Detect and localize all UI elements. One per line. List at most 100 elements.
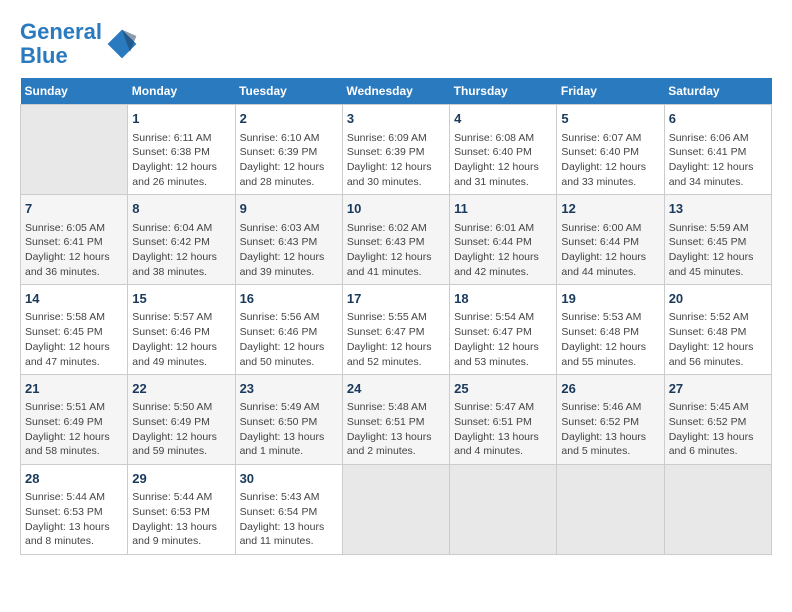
- calendar-cell: [557, 465, 664, 555]
- day-number: 28: [25, 470, 123, 488]
- calendar-cell: 4 Sunrise: 6:08 AM Sunset: 6:40 PM Daylig…: [450, 105, 557, 195]
- week-row-5: 28Sunrise: 5:44 AM Sunset: 6:53 PM Dayli…: [21, 465, 772, 555]
- day-number: 16: [240, 290, 338, 308]
- header-saturday: Saturday: [664, 78, 771, 105]
- day-number: 29: [132, 470, 230, 488]
- day-info: Sunrise: 5:46 AM Sunset: 6:52 PM Dayligh…: [561, 400, 659, 459]
- calendar-cell: [21, 105, 128, 195]
- calendar-cell: [450, 465, 557, 555]
- day-number: 2: [240, 110, 338, 128]
- day-info: Sunrise: 5:53 AM Sunset: 6:48 PM Dayligh…: [561, 310, 659, 369]
- day-info: Sunrise: 6:11 AM Sunset: 6:38 PM Dayligh…: [132, 131, 230, 190]
- day-info: Sunrise: 5:43 AM Sunset: 6:54 PM Dayligh…: [240, 490, 338, 549]
- day-info: Sunrise: 5:45 AM Sunset: 6:52 PM Dayligh…: [669, 400, 767, 459]
- day-number: 27: [669, 380, 767, 398]
- calendar-cell: 21 Sunrise: 5:51 AM Sunset: 6:49 PM Dayli…: [21, 375, 128, 465]
- calendar-cell: 23Sunrise: 5:49 AM Sunset: 6:50 PM Dayli…: [235, 375, 342, 465]
- logo-text: General Blue: [20, 20, 102, 68]
- day-number: 21: [25, 380, 123, 398]
- day-info: Sunrise: 6:00 AM Sunset: 6:44 PM Dayligh…: [561, 221, 659, 280]
- calendar-cell: 25 Sunrise: 5:47 AM Sunset: 6:51 PM Dayli…: [450, 375, 557, 465]
- day-number: 24: [347, 380, 445, 398]
- day-number: 6: [669, 110, 767, 128]
- calendar-cell: 20 Sunrise: 5:52 AM Sunset: 6:48 PM Dayli…: [664, 285, 771, 375]
- calendar-cell: 7 Sunrise: 6:05 AM Sunset: 6:41 PM Daylig…: [21, 195, 128, 285]
- day-info: Sunrise: 6:08 AM Sunset: 6:40 PM Dayligh…: [454, 131, 552, 190]
- day-number: 20: [669, 290, 767, 308]
- calendar-cell: 10Sunrise: 6:02 AM Sunset: 6:43 PM Dayli…: [342, 195, 449, 285]
- day-info: Sunrise: 6:02 AM Sunset: 6:43 PM Dayligh…: [347, 221, 445, 280]
- calendar-cell: 8 Sunrise: 6:04 AM Sunset: 6:42 PM Daylig…: [128, 195, 235, 285]
- day-number: 30: [240, 470, 338, 488]
- day-info: Sunrise: 5:47 AM Sunset: 6:51 PM Dayligh…: [454, 400, 552, 459]
- day-info: Sunrise: 5:48 AM Sunset: 6:51 PM Dayligh…: [347, 400, 445, 459]
- calendar-table: SundayMondayTuesdayWednesdayThursdayFrid…: [20, 78, 772, 555]
- day-number: 17: [347, 290, 445, 308]
- day-number: 14: [25, 290, 123, 308]
- day-info: Sunrise: 6:06 AM Sunset: 6:41 PM Dayligh…: [669, 131, 767, 190]
- calendar-cell: 6 Sunrise: 6:06 AM Sunset: 6:41 PM Daylig…: [664, 105, 771, 195]
- day-number: 8: [132, 200, 230, 218]
- day-number: 7: [25, 200, 123, 218]
- calendar-cell: 18 Sunrise: 5:54 AM Sunset: 6:47 PM Dayli…: [450, 285, 557, 375]
- calendar-header-row: SundayMondayTuesdayWednesdayThursdayFrid…: [21, 78, 772, 105]
- day-number: 26: [561, 380, 659, 398]
- day-number: 1: [132, 110, 230, 128]
- header-monday: Monday: [128, 78, 235, 105]
- day-info: Sunrise: 5:59 AM Sunset: 6:45 PM Dayligh…: [669, 221, 767, 280]
- day-number: 11: [454, 200, 552, 218]
- calendar-cell: 27 Sunrise: 5:45 AM Sunset: 6:52 PM Dayli…: [664, 375, 771, 465]
- calendar-cell: 2 Sunrise: 6:10 AM Sunset: 6:39 PM Daylig…: [235, 105, 342, 195]
- day-info: Sunrise: 5:57 AM Sunset: 6:46 PM Dayligh…: [132, 310, 230, 369]
- week-row-4: 21 Sunrise: 5:51 AM Sunset: 6:49 PM Dayli…: [21, 375, 772, 465]
- day-info: Sunrise: 6:05 AM Sunset: 6:41 PM Dayligh…: [25, 221, 123, 280]
- week-row-3: 14Sunrise: 5:58 AM Sunset: 6:45 PM Dayli…: [21, 285, 772, 375]
- day-info: Sunrise: 5:55 AM Sunset: 6:47 PM Dayligh…: [347, 310, 445, 369]
- header-thursday: Thursday: [450, 78, 557, 105]
- calendar-cell: 22 Sunrise: 5:50 AM Sunset: 6:49 PM Dayli…: [128, 375, 235, 465]
- calendar-cell: 17 Sunrise: 5:55 AM Sunset: 6:47 PM Dayli…: [342, 285, 449, 375]
- logo-icon: [106, 28, 138, 60]
- day-number: 12: [561, 200, 659, 218]
- calendar-cell: 28Sunrise: 5:44 AM Sunset: 6:53 PM Dayli…: [21, 465, 128, 555]
- day-number: 25: [454, 380, 552, 398]
- page-header: General Blue: [20, 20, 772, 68]
- calendar-cell: 5 Sunrise: 6:07 AM Sunset: 6:40 PM Daylig…: [557, 105, 664, 195]
- header-wednesday: Wednesday: [342, 78, 449, 105]
- calendar-cell: [342, 465, 449, 555]
- day-number: 19: [561, 290, 659, 308]
- calendar-cell: 12 Sunrise: 6:00 AM Sunset: 6:44 PM Dayli…: [557, 195, 664, 285]
- calendar-cell: 19 Sunrise: 5:53 AM Sunset: 6:48 PM Dayli…: [557, 285, 664, 375]
- calendar-cell: 16Sunrise: 5:56 AM Sunset: 6:46 PM Dayli…: [235, 285, 342, 375]
- calendar-cell: 14Sunrise: 5:58 AM Sunset: 6:45 PM Dayli…: [21, 285, 128, 375]
- calendar-cell: 15 Sunrise: 5:57 AM Sunset: 6:46 PM Dayli…: [128, 285, 235, 375]
- week-row-1: 1 Sunrise: 6:11 AM Sunset: 6:38 PM Daylig…: [21, 105, 772, 195]
- day-number: 22: [132, 380, 230, 398]
- day-number: 13: [669, 200, 767, 218]
- week-row-2: 7 Sunrise: 6:05 AM Sunset: 6:41 PM Daylig…: [21, 195, 772, 285]
- calendar-cell: 26 Sunrise: 5:46 AM Sunset: 6:52 PM Dayli…: [557, 375, 664, 465]
- day-info: Sunrise: 5:51 AM Sunset: 6:49 PM Dayligh…: [25, 400, 123, 459]
- calendar-cell: 13 Sunrise: 5:59 AM Sunset: 6:45 PM Dayli…: [664, 195, 771, 285]
- day-number: 3: [347, 110, 445, 128]
- day-info: Sunrise: 6:03 AM Sunset: 6:43 PM Dayligh…: [240, 221, 338, 280]
- day-number: 5: [561, 110, 659, 128]
- day-number: 15: [132, 290, 230, 308]
- day-info: Sunrise: 5:49 AM Sunset: 6:50 PM Dayligh…: [240, 400, 338, 459]
- day-info: Sunrise: 5:50 AM Sunset: 6:49 PM Dayligh…: [132, 400, 230, 459]
- calendar-cell: 29Sunrise: 5:44 AM Sunset: 6:53 PM Dayli…: [128, 465, 235, 555]
- header-tuesday: Tuesday: [235, 78, 342, 105]
- day-info: Sunrise: 6:01 AM Sunset: 6:44 PM Dayligh…: [454, 221, 552, 280]
- logo: General Blue: [20, 20, 138, 68]
- day-info: Sunrise: 6:09 AM Sunset: 6:39 PM Dayligh…: [347, 131, 445, 190]
- day-number: 4: [454, 110, 552, 128]
- day-number: 9: [240, 200, 338, 218]
- calendar-cell: 3 Sunrise: 6:09 AM Sunset: 6:39 PM Daylig…: [342, 105, 449, 195]
- day-info: Sunrise: 5:52 AM Sunset: 6:48 PM Dayligh…: [669, 310, 767, 369]
- day-info: Sunrise: 5:54 AM Sunset: 6:47 PM Dayligh…: [454, 310, 552, 369]
- day-number: 18: [454, 290, 552, 308]
- day-info: Sunrise: 6:10 AM Sunset: 6:39 PM Dayligh…: [240, 131, 338, 190]
- day-info: Sunrise: 6:07 AM Sunset: 6:40 PM Dayligh…: [561, 131, 659, 190]
- day-info: Sunrise: 6:04 AM Sunset: 6:42 PM Dayligh…: [132, 221, 230, 280]
- header-sunday: Sunday: [21, 78, 128, 105]
